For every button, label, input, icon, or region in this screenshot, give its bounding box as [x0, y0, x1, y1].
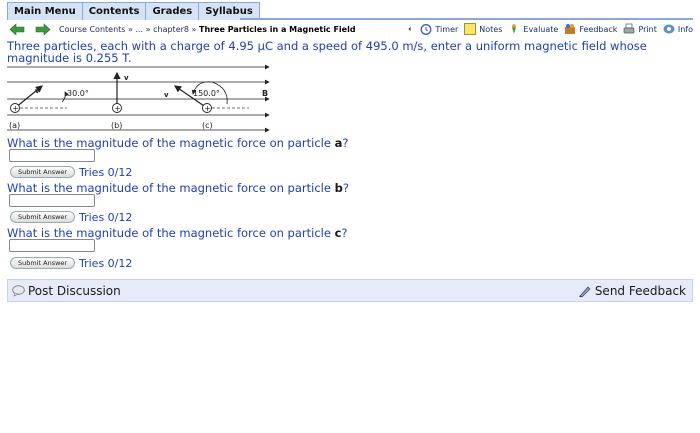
menu-contents[interactable]: Contents — [81, 2, 147, 20]
tries-counter-c: Tries 0/12 — [79, 257, 133, 270]
question-c: What is the magnitude of the magnetic fo… — [7, 226, 348, 240]
evaluate-icon — [512, 24, 517, 34]
velocity-label-a: v — [35, 87, 40, 95]
feedback-icon — [565, 24, 576, 34]
question-a: What is the magnitude of the magnetic fo… — [7, 136, 348, 150]
main-menu-bar: Main Menu Contents Grades Syllabus — [7, 2, 260, 20]
info-label: Info — [677, 24, 693, 34]
angle-label-a: 30.0° — [67, 89, 89, 98]
label-a: (a) — [9, 121, 20, 130]
evaluate-button[interactable]: Evaluate — [508, 23, 558, 35]
question-mark: ? — [341, 226, 348, 240]
evaluate-label: Evaluate — [523, 24, 559, 34]
submit-answer-button-c[interactable]: Submit Answer — [10, 257, 76, 269]
submit-answer-button-a[interactable]: Submit Answer — [10, 166, 76, 178]
pen-icon — [578, 285, 591, 297]
question-text: What is the magnitude of the magnetic fo… — [7, 181, 335, 195]
answer-input-b[interactable] — [9, 194, 95, 207]
charge-plus-a: + — [12, 104, 19, 113]
breadcrumb-ellipsis[interactable]: ... — [135, 25, 143, 34]
velocity-label-b: v — [124, 74, 129, 82]
timer-button[interactable]: Timer — [408, 23, 458, 35]
charge-plus-c: + — [204, 104, 211, 113]
submit-answer-button-b[interactable]: Submit Answer — [10, 211, 76, 223]
print-button[interactable]: Print — [623, 23, 657, 35]
breadcrumb-current: Three Particles in a Magnetic Field — [199, 25, 356, 34]
tries-counter-a: Tries 0/12 — [79, 166, 133, 179]
label-b: (b) — [111, 121, 122, 130]
notes-label: Notes — [479, 24, 503, 34]
post-discussion-button[interactable]: Post Discussion — [12, 284, 121, 298]
info-button[interactable]: Info — [663, 23, 693, 35]
notes-button[interactable]: Notes — [464, 23, 502, 35]
question-mark: ? — [342, 136, 349, 150]
send-feedback-label: Send Feedback — [594, 284, 686, 298]
info-icon — [663, 24, 675, 34]
magnetic-field-figure: v 30.0° + v + v 150.0° + B (a) (b) (c) — [7, 64, 270, 133]
printer-icon — [624, 23, 635, 34]
breadcrumb-separator: » — [145, 25, 151, 34]
send-feedback-button[interactable]: Send Feedback — [578, 284, 686, 298]
feedback-label: Feedback — [579, 24, 618, 34]
print-label: Print — [638, 24, 657, 34]
answer-input-a[interactable] — [9, 149, 95, 162]
breadcrumb-separator: » — [128, 25, 133, 34]
breadcrumb-course-contents[interactable]: Course Contents — [59, 25, 125, 34]
timer-label: Timer — [435, 24, 459, 34]
question-text: What is the magnitude of the magnetic fo… — [7, 226, 335, 240]
breadcrumb: Course Contents » ... » chapter8 » Three… — [59, 25, 356, 34]
label-c: (c) — [202, 121, 213, 130]
tries-counter-b: Tries 0/12 — [79, 211, 133, 224]
forward-arrow-icon[interactable] — [35, 23, 51, 36]
question-mark: ? — [342, 181, 349, 195]
menu-divider — [240, 18, 693, 20]
note-icon — [464, 23, 477, 35]
velocity-label-c: v — [164, 91, 169, 99]
question-b: What is the magnitude of the magnetic fo… — [7, 181, 349, 195]
play-left-icon — [408, 27, 411, 31]
speech-bubble-icon — [12, 285, 25, 297]
angle-arc-a — [61, 91, 69, 103]
answer-input-c[interactable] — [9, 239, 95, 252]
particle-name: b — [334, 181, 343, 195]
post-discussion-label: Post Discussion — [28, 284, 121, 298]
field-label: B — [262, 89, 268, 98]
menu-grades[interactable]: Grades — [145, 2, 200, 20]
menu-main-menu[interactable]: Main Menu — [7, 2, 83, 20]
discussion-bar: Post Discussion Send Feedback — [7, 279, 693, 302]
nav-row: Course Contents » ... » chapter8 » Three… — [7, 22, 693, 38]
breadcrumb-chapter[interactable]: chapter8 — [153, 25, 189, 34]
problem-statement: Three particles, each with a charge of 4… — [7, 39, 647, 65]
feedback-button[interactable]: Feedback — [564, 23, 617, 35]
breadcrumb-separator: » — [191, 25, 197, 34]
angle-label-c: 150.0° — [193, 89, 220, 98]
charge-plus-b: + — [114, 104, 121, 113]
question-text: What is the magnitude of the magnetic fo… — [7, 136, 335, 150]
clock-icon — [420, 24, 432, 35]
toolbar: Timer Notes Evaluate Feedback Print Info — [402, 23, 693, 35]
back-arrow-icon[interactable] — [9, 23, 25, 36]
